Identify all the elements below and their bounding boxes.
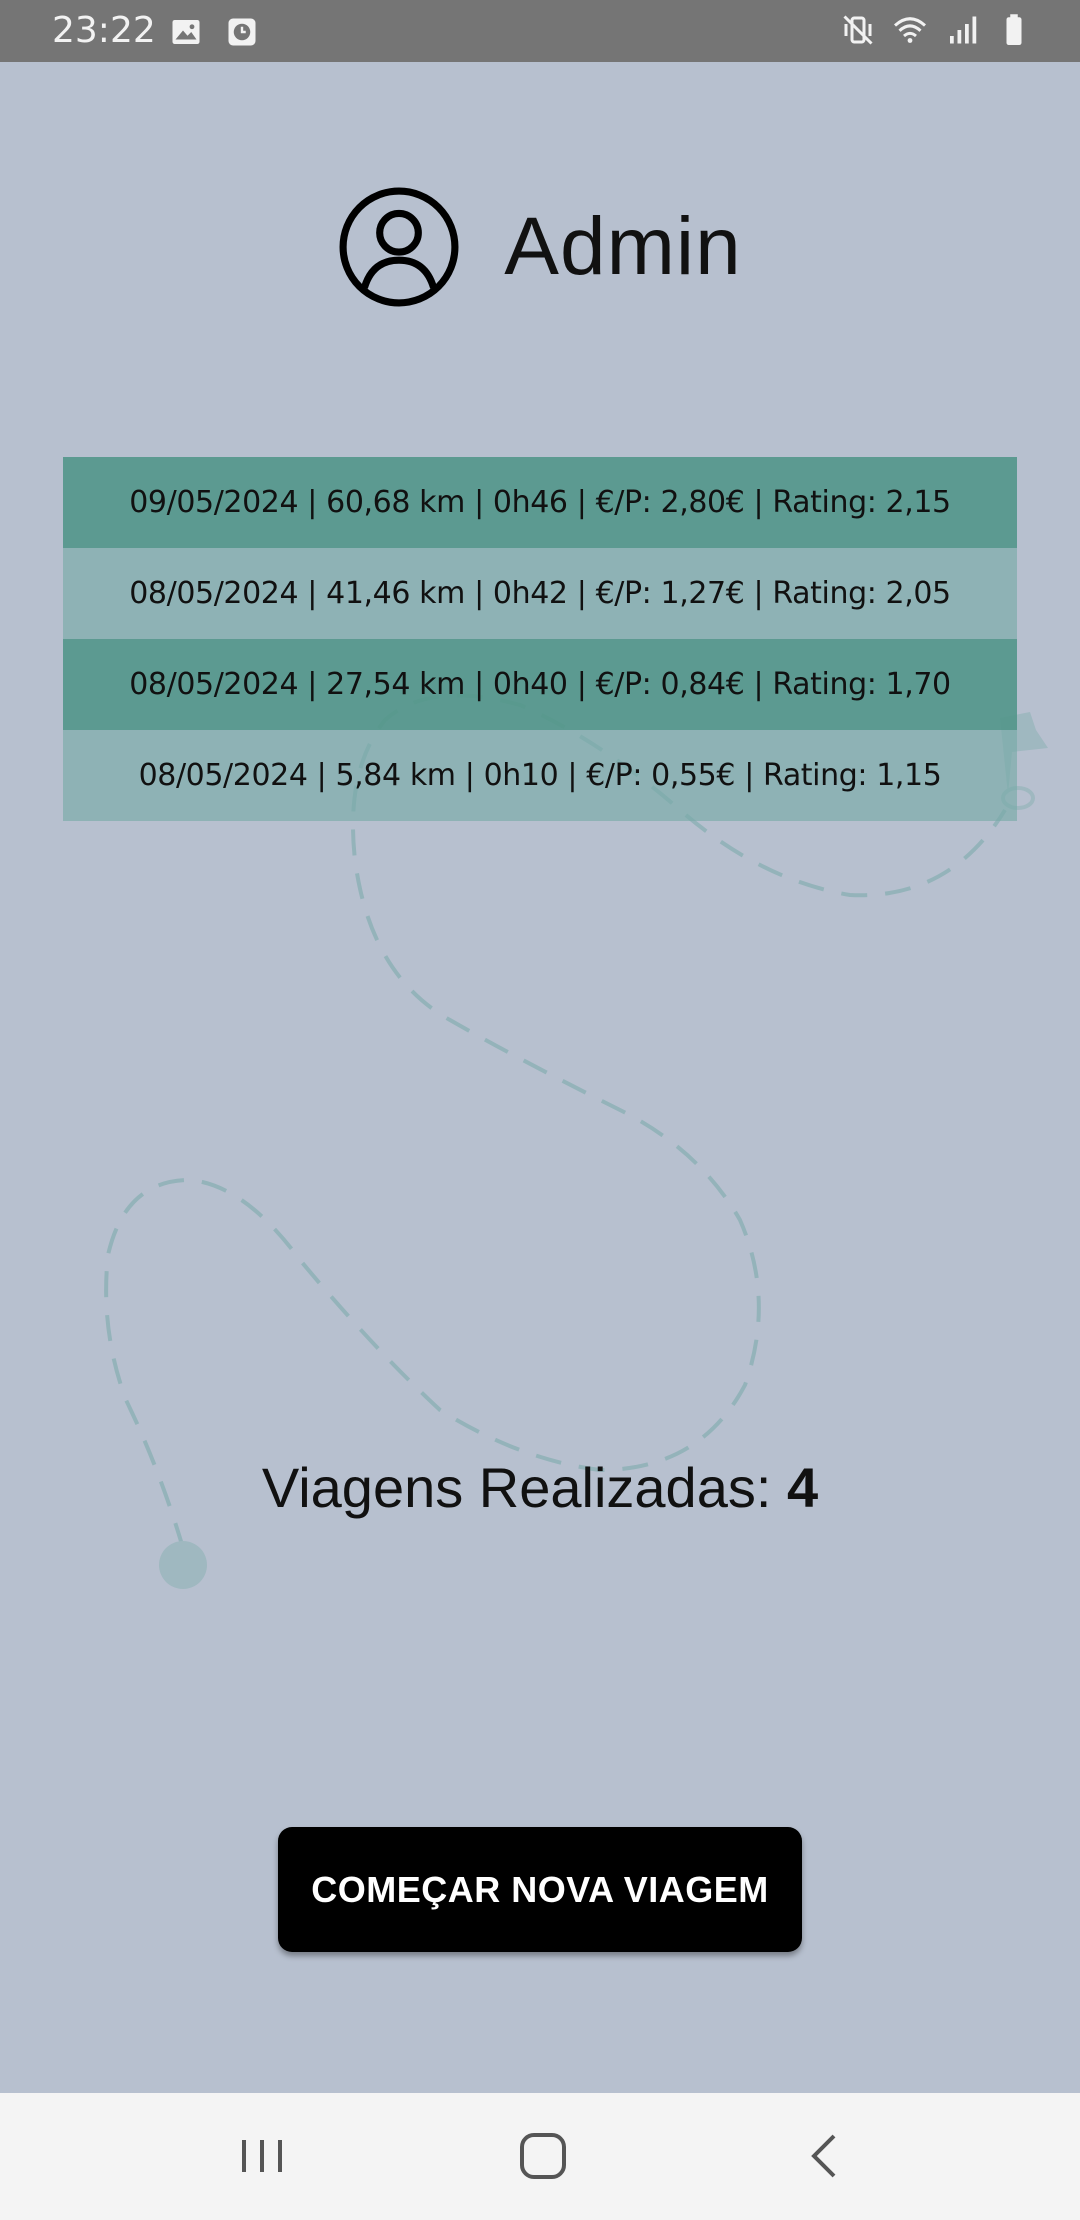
start-new-trip-button[interactable]: COMEÇAR NOVA VIAGEM bbox=[278, 1827, 802, 1952]
status-left-icons bbox=[168, 14, 260, 50]
status-bar: 23:22 bbox=[0, 0, 1080, 62]
trip-row[interactable]: 08/05/2024 | 27,54 km | 0h40 | €/P: 0,84… bbox=[63, 639, 1017, 730]
trip-row-text: 09/05/2024 | 60,68 km | 0h46 | €/P: 2,80… bbox=[129, 485, 951, 520]
trip-row[interactable]: 08/05/2024 | 5,84 km | 0h10 | €/P: 0,55€… bbox=[63, 730, 1017, 821]
clock-notification-icon bbox=[228, 18, 256, 46]
trip-list: 09/05/2024 | 60,68 km | 0h46 | €/P: 2,80… bbox=[63, 457, 1017, 821]
navigation-bar bbox=[0, 2093, 1080, 2220]
status-time: 23:22 bbox=[52, 10, 156, 51]
battery-icon bbox=[1006, 14, 1022, 45]
route-path-decoration bbox=[104, 693, 1048, 1589]
user-circle-icon bbox=[339, 187, 459, 307]
wifi-icon bbox=[893, 17, 927, 43]
recent-apps-icon[interactable] bbox=[227, 2123, 297, 2189]
status-right-icons bbox=[840, 12, 1032, 48]
trip-row-text: 08/05/2024 | 5,84 km | 0h10 | €/P: 0,55€… bbox=[138, 758, 942, 793]
username: Admin bbox=[504, 201, 742, 292]
image-icon bbox=[172, 20, 200, 44]
trips-count-value: 4 bbox=[786, 1456, 819, 1519]
trips-count-label: Viagens Realizadas: bbox=[261, 1456, 787, 1519]
home-icon[interactable] bbox=[508, 2123, 578, 2189]
trip-row-text: 08/05/2024 | 27,54 km | 0h40 | €/P: 0,84… bbox=[129, 667, 951, 702]
signal-icon bbox=[950, 16, 977, 44]
trip-row-text: 08/05/2024 | 41,46 km | 0h42 | €/P: 1,27… bbox=[129, 576, 951, 611]
vibrate-mute-icon bbox=[843, 15, 873, 45]
back-icon[interactable] bbox=[790, 2123, 860, 2189]
trip-row[interactable]: 08/05/2024 | 41,46 km | 0h42 | €/P: 1,27… bbox=[63, 548, 1017, 639]
trip-row[interactable]: 09/05/2024 | 60,68 km | 0h46 | €/P: 2,80… bbox=[63, 457, 1017, 548]
profile-header: Admin bbox=[0, 182, 1080, 312]
trips-count: Viagens Realizadas: 4 bbox=[0, 1455, 1080, 1520]
